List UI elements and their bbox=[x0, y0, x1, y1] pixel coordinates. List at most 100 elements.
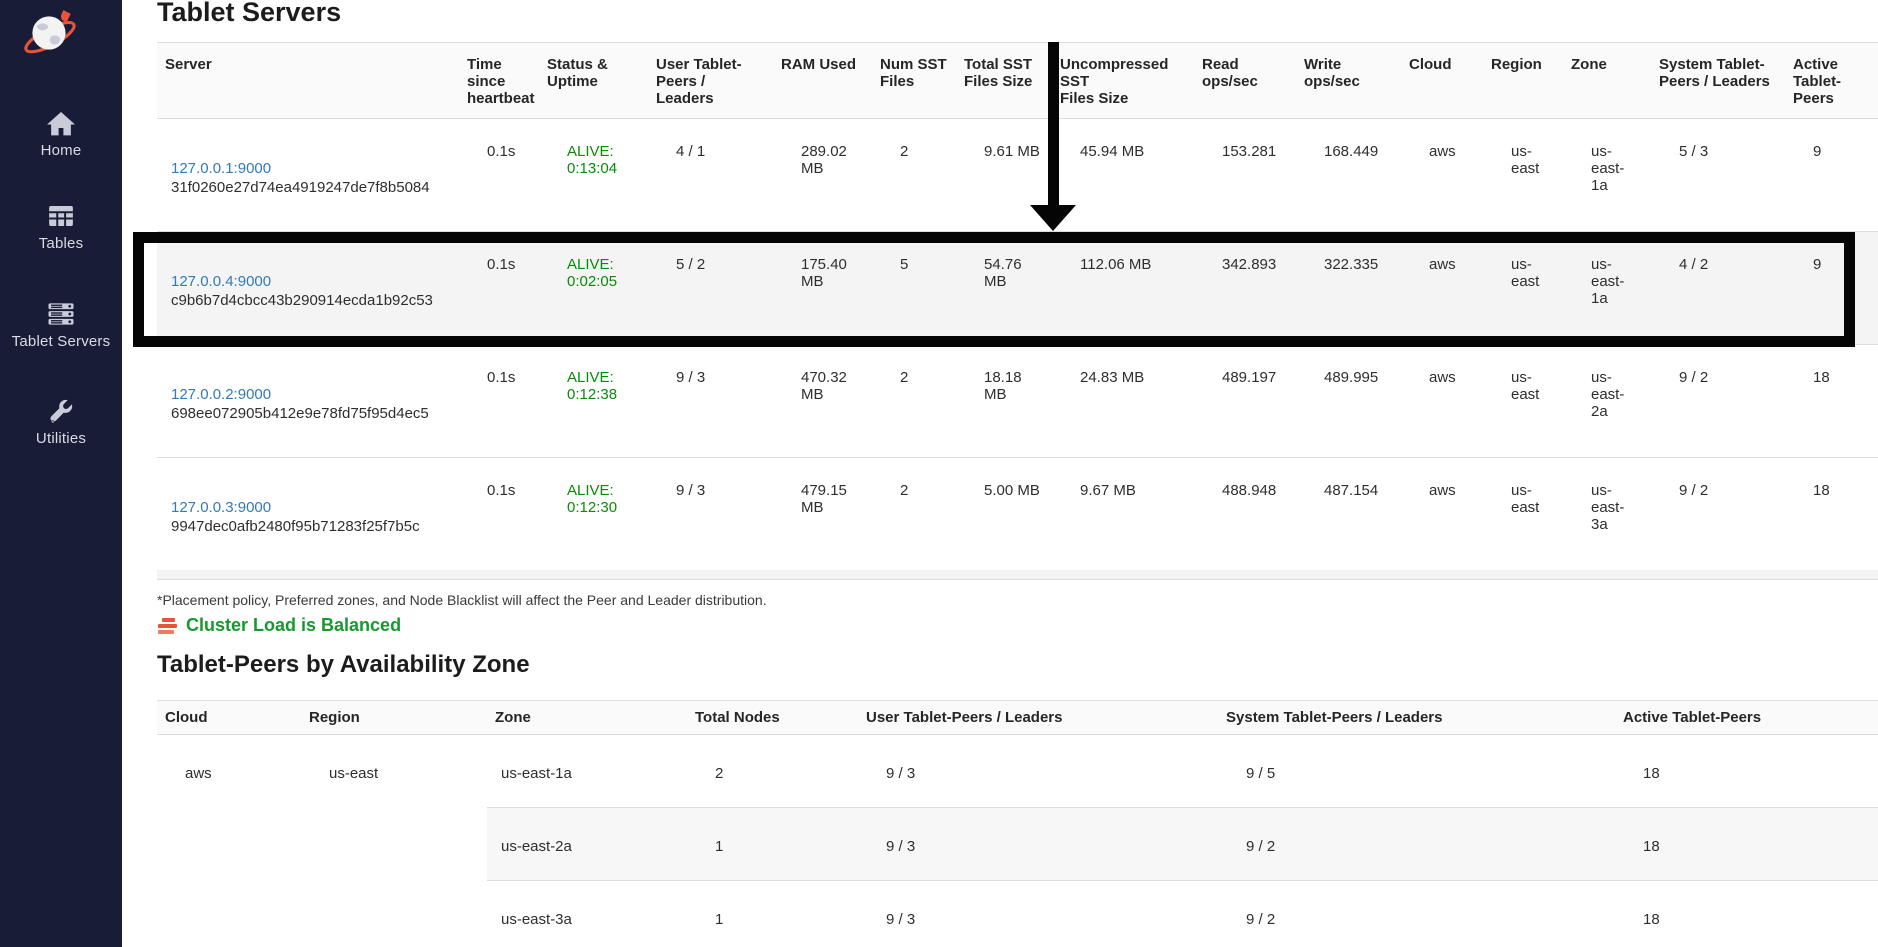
sidebar-item-tablet-servers[interactable]: Tablet Servers bbox=[0, 299, 122, 350]
total-nodes-cell: 2 bbox=[687, 735, 858, 808]
read-ops-cell: 153.281 bbox=[1194, 119, 1296, 232]
sidebar-item-home[interactable]: Home bbox=[0, 108, 122, 159]
ram-cell: 470.32 MB bbox=[773, 345, 872, 458]
zone-cell: us- east- 3a bbox=[1563, 458, 1651, 571]
read-ops-cell: 342.893 bbox=[1194, 232, 1296, 345]
total-sst-cell: 54.76 MB bbox=[956, 232, 1052, 345]
column-header-system-peers: System Tablet- Peers / Leaders bbox=[1651, 43, 1785, 119]
user-peers-cell: 9 / 3 bbox=[858, 808, 1218, 881]
server-link[interactable]: 127.0.0.2:9000 bbox=[171, 386, 271, 403]
table-row: 127.0.0.3:9000 9947dec0afb2480f95b71283f… bbox=[157, 458, 1878, 571]
column-header-uncompressed-sst: Uncompressed SST Files Size bbox=[1052, 43, 1194, 119]
status-cell: ALIVE: 0:12:38 bbox=[539, 345, 648, 458]
heartbeat-cell: 0.1s bbox=[459, 345, 539, 458]
system-peers-cell: 9 / 2 bbox=[1218, 881, 1615, 947]
column-header-cloud: Cloud bbox=[1401, 43, 1483, 119]
write-ops-cell: 322.335 bbox=[1296, 232, 1401, 345]
column-header-ram: RAM Used bbox=[773, 43, 872, 119]
zone-cell: us-east-1a bbox=[487, 735, 687, 808]
status-cell: ALIVE: 0:02:05 bbox=[539, 232, 648, 345]
region-cell: us- east bbox=[1483, 458, 1563, 571]
status-cell: ALIVE: 0:13:04 bbox=[539, 119, 648, 232]
yugabytedb-logo-icon[interactable] bbox=[22, 5, 78, 61]
server-cell: 127.0.0.4:9000 c9b6b7d4cbcc43b290914ecda… bbox=[157, 232, 459, 345]
cluster-load-status: Cluster Load is Balanced bbox=[158, 615, 401, 636]
active-peers-cell: 9 bbox=[1785, 232, 1878, 345]
num-sst-cell: 5 bbox=[872, 232, 956, 345]
cloud-cell: aws bbox=[157, 735, 301, 947]
active-peers-cell: 18 bbox=[1615, 808, 1878, 881]
server-cell: 127.0.0.1:9000 31f0260e27d74ea4919247de7… bbox=[157, 119, 459, 232]
table-row-highlighted: 127.0.0.4:9000 c9b6b7d4cbcc43b290914ecda… bbox=[157, 232, 1878, 345]
user-peers-cell: 9 / 3 bbox=[648, 458, 773, 571]
region-cell: us- east bbox=[1483, 345, 1563, 458]
uncompressed-sst-cell: 112.06 MB bbox=[1052, 232, 1194, 345]
table-header-row: Server Time since heartbeat Status & Upt… bbox=[157, 43, 1878, 119]
total-sst-cell: 5.00 MB bbox=[956, 458, 1052, 571]
tablet-peers-by-zone-table: Cloud Region Zone Total Nodes User Table… bbox=[157, 700, 1878, 947]
server-link[interactable]: 127.0.0.1:9000 bbox=[171, 160, 271, 177]
column-header-num-sst: Num SST Files bbox=[872, 43, 956, 119]
write-ops-cell: 168.449 bbox=[1296, 119, 1401, 232]
active-peers-cell: 18 bbox=[1785, 458, 1878, 571]
tablet-servers-page: Home Tables bbox=[0, 0, 1878, 947]
sidebar-item-label: Utilities bbox=[0, 430, 122, 447]
cloud-cell: aws bbox=[1401, 119, 1483, 232]
region-cell: us-east bbox=[301, 735, 487, 947]
num-sst-cell: 2 bbox=[872, 345, 956, 458]
column-header-zone: Zone bbox=[1563, 43, 1651, 119]
column-header-region: Region bbox=[1483, 43, 1563, 119]
heartbeat-cell: 0.1s bbox=[459, 119, 539, 232]
system-peers-cell: 4 / 2 bbox=[1651, 232, 1785, 345]
sidebar-item-utilities[interactable]: Utilities bbox=[0, 396, 122, 447]
server-uuid: 9947dec0afb2480f95b71283f25f7b5c bbox=[171, 518, 451, 535]
server-uuid: 698ee072905b412e9e78fd75f95d4ec5 bbox=[171, 405, 451, 422]
server-link[interactable]: 127.0.0.4:9000 bbox=[171, 273, 271, 290]
home-icon bbox=[45, 108, 77, 140]
column-header-zone: Zone bbox=[487, 701, 687, 735]
load-balancer-icon bbox=[158, 617, 177, 634]
horizontal-scrollbar[interactable] bbox=[157, 570, 1878, 580]
user-peers-cell: 9 / 3 bbox=[858, 881, 1218, 947]
sidebar-item-tables[interactable]: Tables bbox=[0, 201, 122, 252]
num-sst-cell: 2 bbox=[872, 458, 956, 571]
total-nodes-cell: 1 bbox=[687, 881, 858, 947]
system-peers-cell: 9 / 2 bbox=[1218, 808, 1615, 881]
zone-cell: us- east- 2a bbox=[1563, 345, 1651, 458]
read-ops-cell: 489.197 bbox=[1194, 345, 1296, 458]
table-row: aws us-east us-east-1a 2 9 / 3 9 / 5 18 bbox=[157, 735, 1878, 808]
column-header-cloud: Cloud bbox=[157, 701, 301, 735]
column-header-user-peers: User Tablet- Peers / Leaders bbox=[648, 43, 773, 119]
heartbeat-cell: 0.1s bbox=[459, 232, 539, 345]
num-sst-cell: 2 bbox=[872, 119, 956, 232]
user-peers-cell: 9 / 3 bbox=[858, 735, 1218, 808]
cloud-cell: aws bbox=[1401, 232, 1483, 345]
server-cell: 127.0.0.3:9000 9947dec0afb2480f95b71283f… bbox=[157, 458, 459, 571]
column-header-active-peers: Active Tablet- Peers bbox=[1785, 43, 1878, 119]
column-header-total-sst: Total SST Files Size bbox=[956, 43, 1052, 119]
total-sst-cell: 18.18 MB bbox=[956, 345, 1052, 458]
region-cell: us- east bbox=[1483, 119, 1563, 232]
column-header-user-peers: User Tablet-Peers / Leaders bbox=[858, 701, 1218, 735]
sidebar-item-label: Tablet Servers bbox=[0, 333, 122, 350]
column-header-server: Server bbox=[157, 43, 459, 119]
table-row: 127.0.0.2:9000 698ee072905b412e9e78fd75f… bbox=[157, 345, 1878, 458]
ram-cell: 479.15 MB bbox=[773, 458, 872, 571]
column-header-status: Status & Uptime bbox=[539, 43, 648, 119]
zone-cell: us- east- 1a bbox=[1563, 232, 1651, 345]
cloud-cell: aws bbox=[1401, 345, 1483, 458]
user-peers-cell: 9 / 3 bbox=[648, 345, 773, 458]
tablet-servers-table: Server Time since heartbeat Status & Upt… bbox=[157, 42, 1878, 571]
server-link[interactable]: 127.0.0.3:9000 bbox=[171, 499, 271, 516]
system-peers-cell: 9 / 2 bbox=[1651, 458, 1785, 571]
annotation-arrowhead-icon bbox=[1030, 205, 1076, 231]
uncompressed-sst-cell: 9.67 MB bbox=[1052, 458, 1194, 571]
utilities-icon bbox=[45, 396, 77, 428]
zone-cell: us- east- 1a bbox=[1563, 119, 1651, 232]
read-ops-cell: 488.948 bbox=[1194, 458, 1296, 571]
tables-icon bbox=[45, 201, 77, 233]
server-uuid: c9b6b7d4cbcc43b290914ecda1b92c53 bbox=[171, 292, 451, 309]
placement-policy-footnote: *Placement policy, Preferred zones, and … bbox=[157, 592, 767, 608]
sidebar: Home Tables bbox=[0, 0, 122, 947]
region-cell: us- east bbox=[1483, 232, 1563, 345]
